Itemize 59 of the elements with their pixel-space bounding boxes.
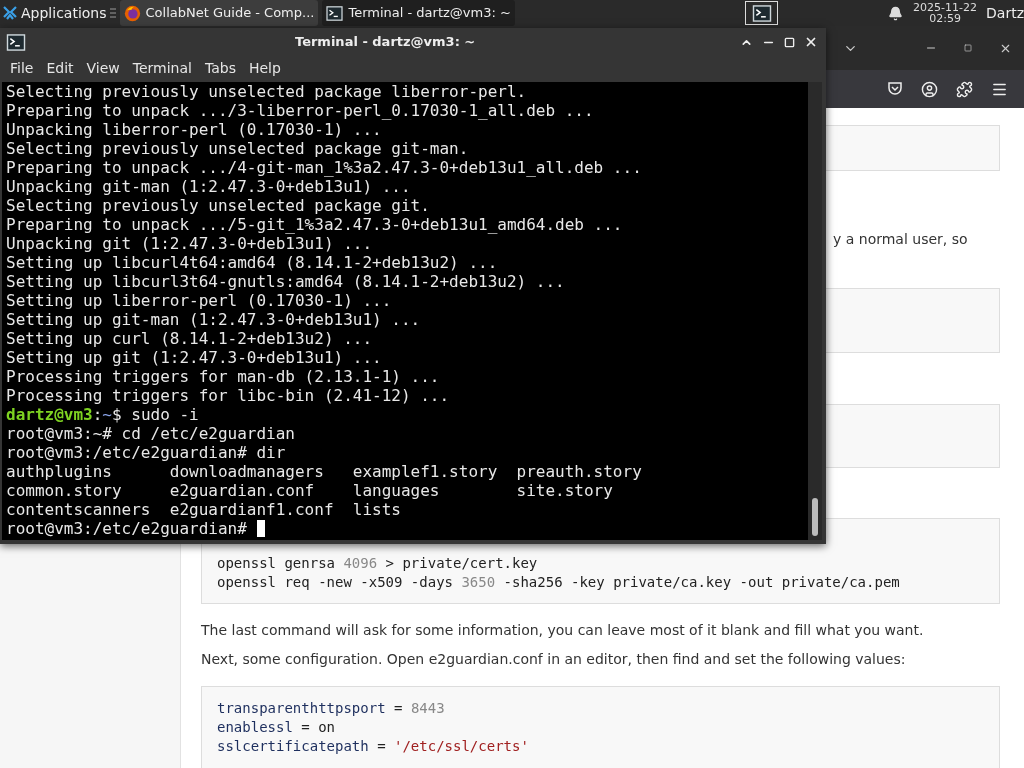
- user-name[interactable]: Dartz: [986, 2, 1024, 24]
- clock-date: 2025-11-22: [913, 2, 978, 13]
- terminal-line: root@vm3:/etc/e2guardian# dir: [6, 443, 286, 462]
- app-menu-icon: [2, 5, 18, 21]
- taskbar-button[interactable]: CollabNet Guide - Comp...: [119, 0, 319, 26]
- terminal-line: Unpacking git (1:2.47.3-0+deb13u1) ...: [6, 234, 373, 253]
- terminal-icon: [6, 33, 26, 51]
- menu-item[interactable]: File: [4, 57, 40, 79]
- terminal-icon: [751, 4, 772, 22]
- paragraph-text: y a normal user, so: [833, 231, 968, 248]
- terminal-launcher[interactable]: [745, 1, 779, 25]
- terminal-line: Preparing to unpack .../5-git_1%3a2.47.3-0+deb13u1_amd64.deb ...: [6, 215, 623, 234]
- applications-menu[interactable]: Applications: [0, 0, 107, 26]
- terminal-line: Setting up curl (8.14.1-2+deb13u2) ...: [6, 329, 373, 348]
- menu-item[interactable]: Tabs: [198, 57, 242, 79]
- terminal-line: Selecting previously unselected package git.: [6, 196, 430, 215]
- terminal-line: Preparing to unpack .../4-git-man_1%3a2.47.3-0+deb13u1_all.deb ...: [6, 158, 642, 177]
- menu-item[interactable]: Edit: [40, 57, 80, 79]
- code-line: sslcertificatepath = '/etc/ssl/certs': [217, 737, 529, 756]
- code-line: enablessl = on: [217, 718, 335, 737]
- terminal-line: Setting up libcurl3t64-gnutls:amd64 (8.14.1-2+deb13u2) ...: [6, 272, 565, 291]
- terminal-line: Unpacking liberror-perl (0.17030-1) ...: [6, 120, 382, 139]
- close-icon[interactable]: [804, 35, 818, 49]
- scrollbar[interactable]: [808, 82, 822, 540]
- terminal-line: Processing triggers for libc-bin (2.41-12) ...: [6, 386, 450, 405]
- clock-time: 02:59: [929, 13, 961, 24]
- code-line: openssl req -new -x509 -days 3650 -sha256 -key private/ca.key -out private/ca.pem: [217, 573, 900, 592]
- terminal-line: root@vm3:~# cd /etc/e2guardian: [6, 424, 295, 443]
- chevron-shield-icon[interactable]: [887, 81, 903, 97]
- terminal-line: Setting up git (1:2.47.3-0+deb13u1) ...: [6, 348, 382, 367]
- window-title: Terminal - dartz@vm3: ~: [295, 33, 476, 52]
- menu-item[interactable]: View: [80, 57, 126, 79]
- terminal-line: Preparing to unpack .../3-liberror-perl_0.17030-1_all.deb ...: [6, 101, 594, 120]
- terminal-icon: [326, 5, 344, 21]
- terminal-line: dartz@vm3:~$ sudo -i: [6, 405, 199, 424]
- terminal-line: Setting up libcurl4t64:amd64 (8.14.1-2+deb13u2) ...: [6, 253, 498, 272]
- paragraph-text: Next, some configuration. Open e2guardian.conf in an editor, then find and set the following values:: [201, 651, 906, 668]
- terminal-line: contentscanners e2guardianf1.conf lists: [6, 500, 401, 519]
- paragraph-text: The last command will ask for some information, you can leave most of it blank and fill what you want.: [201, 622, 924, 639]
- scrollbar-thumb[interactable]: [812, 498, 818, 536]
- terminal-line: Setting up liberror-perl (0.17030-1) ...: [6, 291, 392, 310]
- menu-item[interactable]: Terminal: [126, 57, 198, 79]
- notification-icon[interactable]: [888, 5, 904, 21]
- browser-icon: [123, 4, 141, 22]
- terminal-line: authplugins downloadmanagers examplef1.story preauth.story: [6, 462, 642, 481]
- account-icon[interactable]: [921, 80, 938, 98]
- code-line: openssl genrsa 4096 > private/cert.key: [217, 554, 538, 573]
- taskbar-button[interactable]: Terminal - dartz@vm3: ~: [322, 0, 515, 26]
- terminal-line: Selecting previously unselected package liberror-perl.: [6, 82, 527, 101]
- terminal-line: Selecting previously unselected package git-man.: [6, 139, 469, 158]
- terminal-line: root@vm3:/etc/e2guardian#: [6, 519, 247, 538]
- code-line: transparenthttpsport = 8443: [217, 699, 445, 718]
- terminal-line: Setting up git-man (1:2.47.3-0+deb13u1) ...: [6, 310, 421, 329]
- handle-icon: [109, 8, 116, 18]
- menu-item[interactable]: Help: [242, 57, 287, 79]
- terminal-line: Unpacking git-man (1:2.47.3-0+deb13u1) ...: [6, 177, 411, 196]
- terminal-line: Processing triggers for man-db (2.13.1-1) ...: [6, 367, 440, 386]
- extensions-icon[interactable]: [956, 80, 973, 98]
- terminal-line: common.story e2guardian.conf languages site.story: [6, 481, 613, 500]
